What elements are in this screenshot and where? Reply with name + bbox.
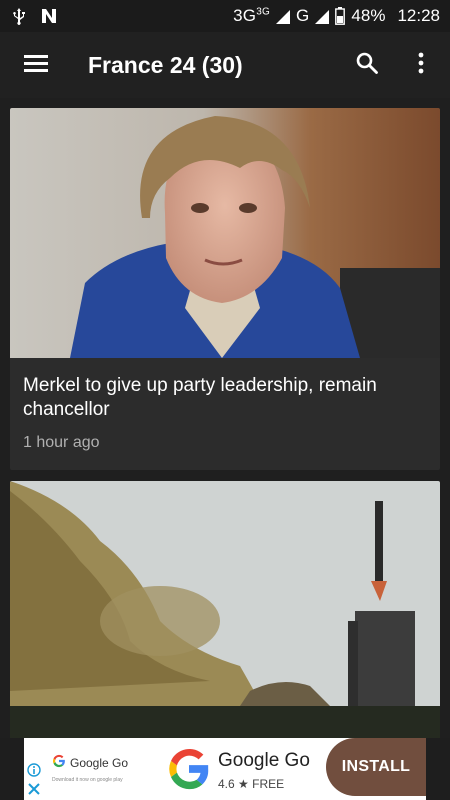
menu-icon [23,53,49,78]
more-vert-icon [418,52,424,79]
network-type-2: G [295,6,310,25]
battery-icon [335,7,346,25]
app-bar: France 24 (30) [0,32,450,98]
article-card[interactable]: Merkel to give up party leadership, rema… [10,108,440,470]
clock: 12:28 [397,6,440,25]
search-icon [355,51,379,80]
overflow-menu-button[interactable] [406,48,436,82]
search-button[interactable] [350,48,384,82]
menu-button[interactable] [18,47,54,83]
install-button[interactable]: INSTALL [326,738,426,796]
article-image [10,481,440,738]
signal-icon [275,9,290,24]
usb-icon [10,7,28,25]
article-feed[interactable]: Merkel to give up party leadership, rema… [0,98,450,738]
google-g-icon [52,754,66,771]
ad-app-name: Google Go [218,750,310,771]
signal-icon-2 [315,9,330,24]
article-title: Merkel to give up party leadership, rema… [23,375,377,420]
ad-banner[interactable]: Google Go Download it now on google play… [24,738,426,800]
article-timestamp: 1 hour ago [23,434,100,451]
ad-choices-icon[interactable] [24,762,44,800]
status-bar: 3G3G G 48% 12:28 [0,0,450,32]
article-image [10,108,440,358]
ad-mini-branding: Google Go Download it now on google play [52,754,129,783]
google-go-logo-icon [166,746,212,792]
ad-rating: 4.6 ★ FREE [218,777,285,791]
network-type: 3G3G [233,6,270,25]
battery-percent: 48% [351,6,386,25]
article-card[interactable] [10,481,440,738]
page-title: France 24 (30) [88,51,243,78]
n-notification-icon [40,7,58,25]
